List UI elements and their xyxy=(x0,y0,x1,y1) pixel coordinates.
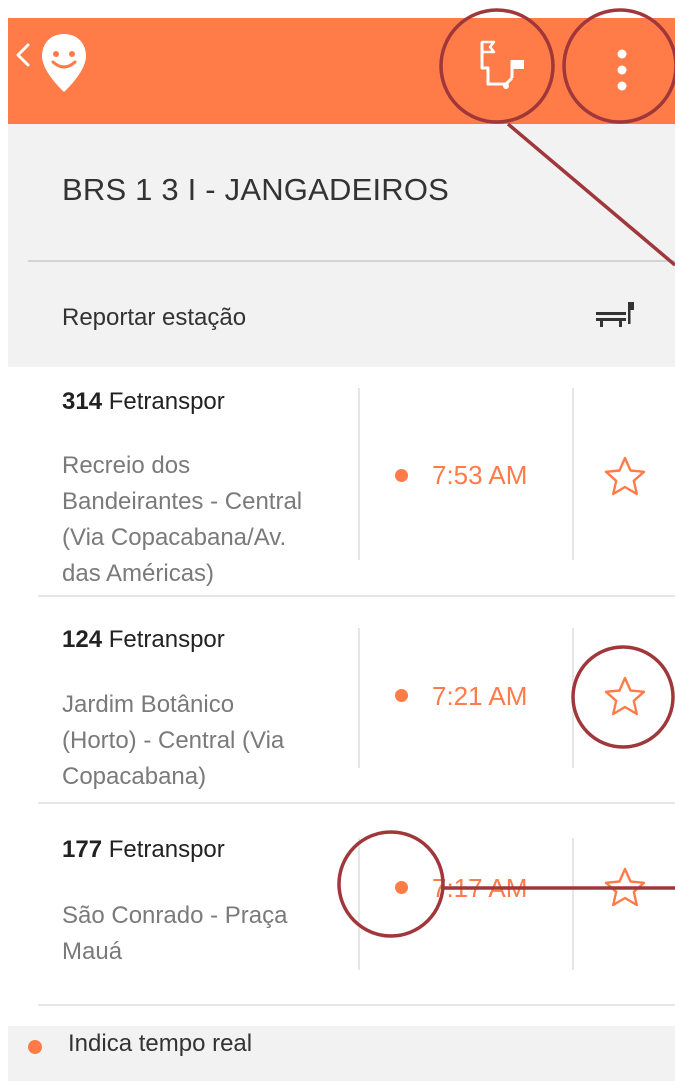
line-destination: Jardim Botânico (Horto) - Central (Via C… xyxy=(62,691,285,790)
row-divider xyxy=(572,388,574,560)
arrival-time: 7:53 AM xyxy=(432,460,528,490)
line-number: 314 xyxy=(62,388,103,415)
line-operator: Fetranspor xyxy=(108,836,225,863)
line-title: 177 Fetranspor xyxy=(62,836,225,864)
row-divider xyxy=(572,838,574,970)
realtime-legend-text: Indica tempo real xyxy=(68,1030,253,1057)
line-number: 124 xyxy=(62,626,103,653)
realtime-dot xyxy=(395,881,408,894)
arrival-time: 7:17 AM xyxy=(432,873,528,903)
arrival-time: 7:21 AM xyxy=(432,681,528,711)
favorite-star-icon[interactable] xyxy=(603,455,647,497)
line-title: 314 Fetranspor xyxy=(62,388,225,416)
smiley-pin-icon[interactable] xyxy=(36,30,92,96)
line-operator: Fetranspor xyxy=(108,626,225,653)
app-toolbar xyxy=(8,18,675,124)
line-title: 124 Fetranspor xyxy=(62,626,225,654)
chevron-left-icon[interactable] xyxy=(10,42,36,68)
realtime-dot xyxy=(395,469,408,482)
line-destination: Recreio dos Bandeirantes - Central (Via … xyxy=(62,452,303,587)
realtime-dot xyxy=(395,689,408,702)
line-number: 177 xyxy=(62,836,103,863)
line-destination: São Conrado - Praça Mauá xyxy=(62,902,288,965)
more-vertical-icon[interactable] xyxy=(600,38,644,102)
row-separator xyxy=(38,1004,675,1006)
realtime-legend-dot xyxy=(28,1040,42,1054)
route-flags-icon[interactable] xyxy=(468,38,532,102)
bench-flag-icon[interactable] xyxy=(594,298,634,330)
line-operator: Fetranspor xyxy=(108,388,225,415)
favorite-star-icon[interactable] xyxy=(603,866,647,908)
station-title: BRS 1 3 I - JANGADEIROS xyxy=(62,172,450,207)
header-divider xyxy=(28,260,675,262)
report-station-link[interactable]: Reportar estação xyxy=(62,304,246,332)
favorite-star-icon[interactable] xyxy=(603,675,647,717)
row-divider xyxy=(572,628,574,768)
